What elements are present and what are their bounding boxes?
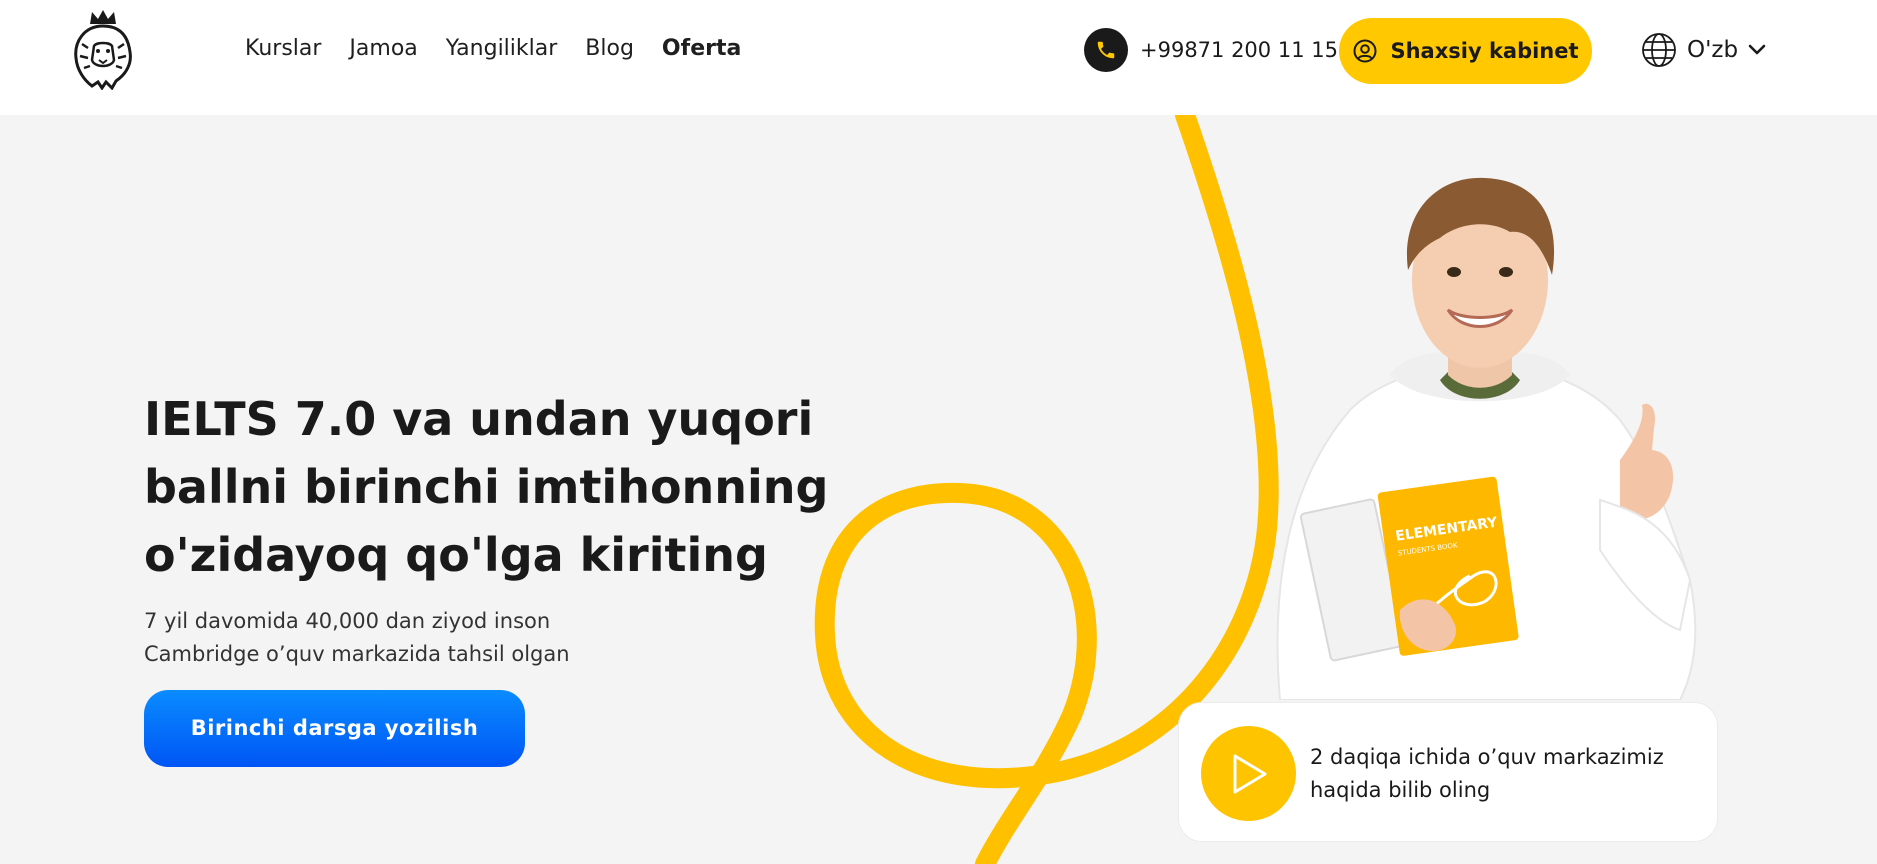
student-photo: ELEMENTARY STUDENTS BOOK: [1276, 177, 1697, 700]
nav-item-oferta[interactable]: Oferta: [662, 36, 741, 61]
phone-number[interactable]: +99871 200 11 15: [1140, 38, 1338, 62]
hero-headline: IELTS 7.0 va undan yuqori ballni birinch…: [144, 385, 864, 589]
site-header: Kurslar Jamoa Yangiliklar Blog Oferta +9…: [0, 0, 1877, 115]
nav-item-yangiliklar[interactable]: Yangiliklar: [446, 36, 558, 61]
hero-section: IELTS 7.0 va undan yuqori ballni birinch…: [0, 115, 1877, 864]
hero-subtext-line-2: Cambridge o’quv markazida tahsil olgan: [144, 642, 570, 666]
main-nav: Kurslar Jamoa Yangiliklar Blog Oferta: [245, 36, 741, 61]
personal-cabinet-button[interactable]: Shaxsiy kabinet: [1339, 18, 1592, 84]
nav-item-blog[interactable]: Blog: [585, 36, 634, 61]
play-button[interactable]: [1201, 726, 1296, 821]
nav-item-kurslar[interactable]: Kurslar: [245, 36, 321, 61]
personal-cabinet-label: Shaxsiy kabinet: [1390, 39, 1579, 63]
language-label: O'zb: [1687, 37, 1739, 63]
globe-icon: [1642, 33, 1676, 67]
hero-subtext-line-1: 7 yil davomida 40,000 dan ziyod inson: [144, 609, 551, 633]
user-circle-icon: [1353, 39, 1377, 63]
nav-item-jamoa[interactable]: Jamoa: [349, 36, 417, 61]
play-icon: [1233, 754, 1266, 793]
chevron-down-icon: [1748, 44, 1766, 55]
language-selector[interactable]: O'zb: [1641, 32, 1766, 68]
phone-contact[interactable]: +99871 200 11 15: [1084, 28, 1338, 72]
hero-subtext: 7 yil davomida 40,000 dan ziyod inson Ca…: [144, 605, 704, 671]
phone-icon: [1084, 28, 1128, 72]
video-caption: 2 daqiqa ichida o’quv markazimiz haqida …: [1310, 745, 1664, 802]
video-card[interactable]: 2 daqiqa ichida o’quv markazimiz haqida …: [1178, 702, 1718, 842]
first-lesson-signup-button[interactable]: Birinchi darsga yozilish: [144, 690, 525, 767]
lion-crown-icon[interactable]: [68, 8, 138, 90]
